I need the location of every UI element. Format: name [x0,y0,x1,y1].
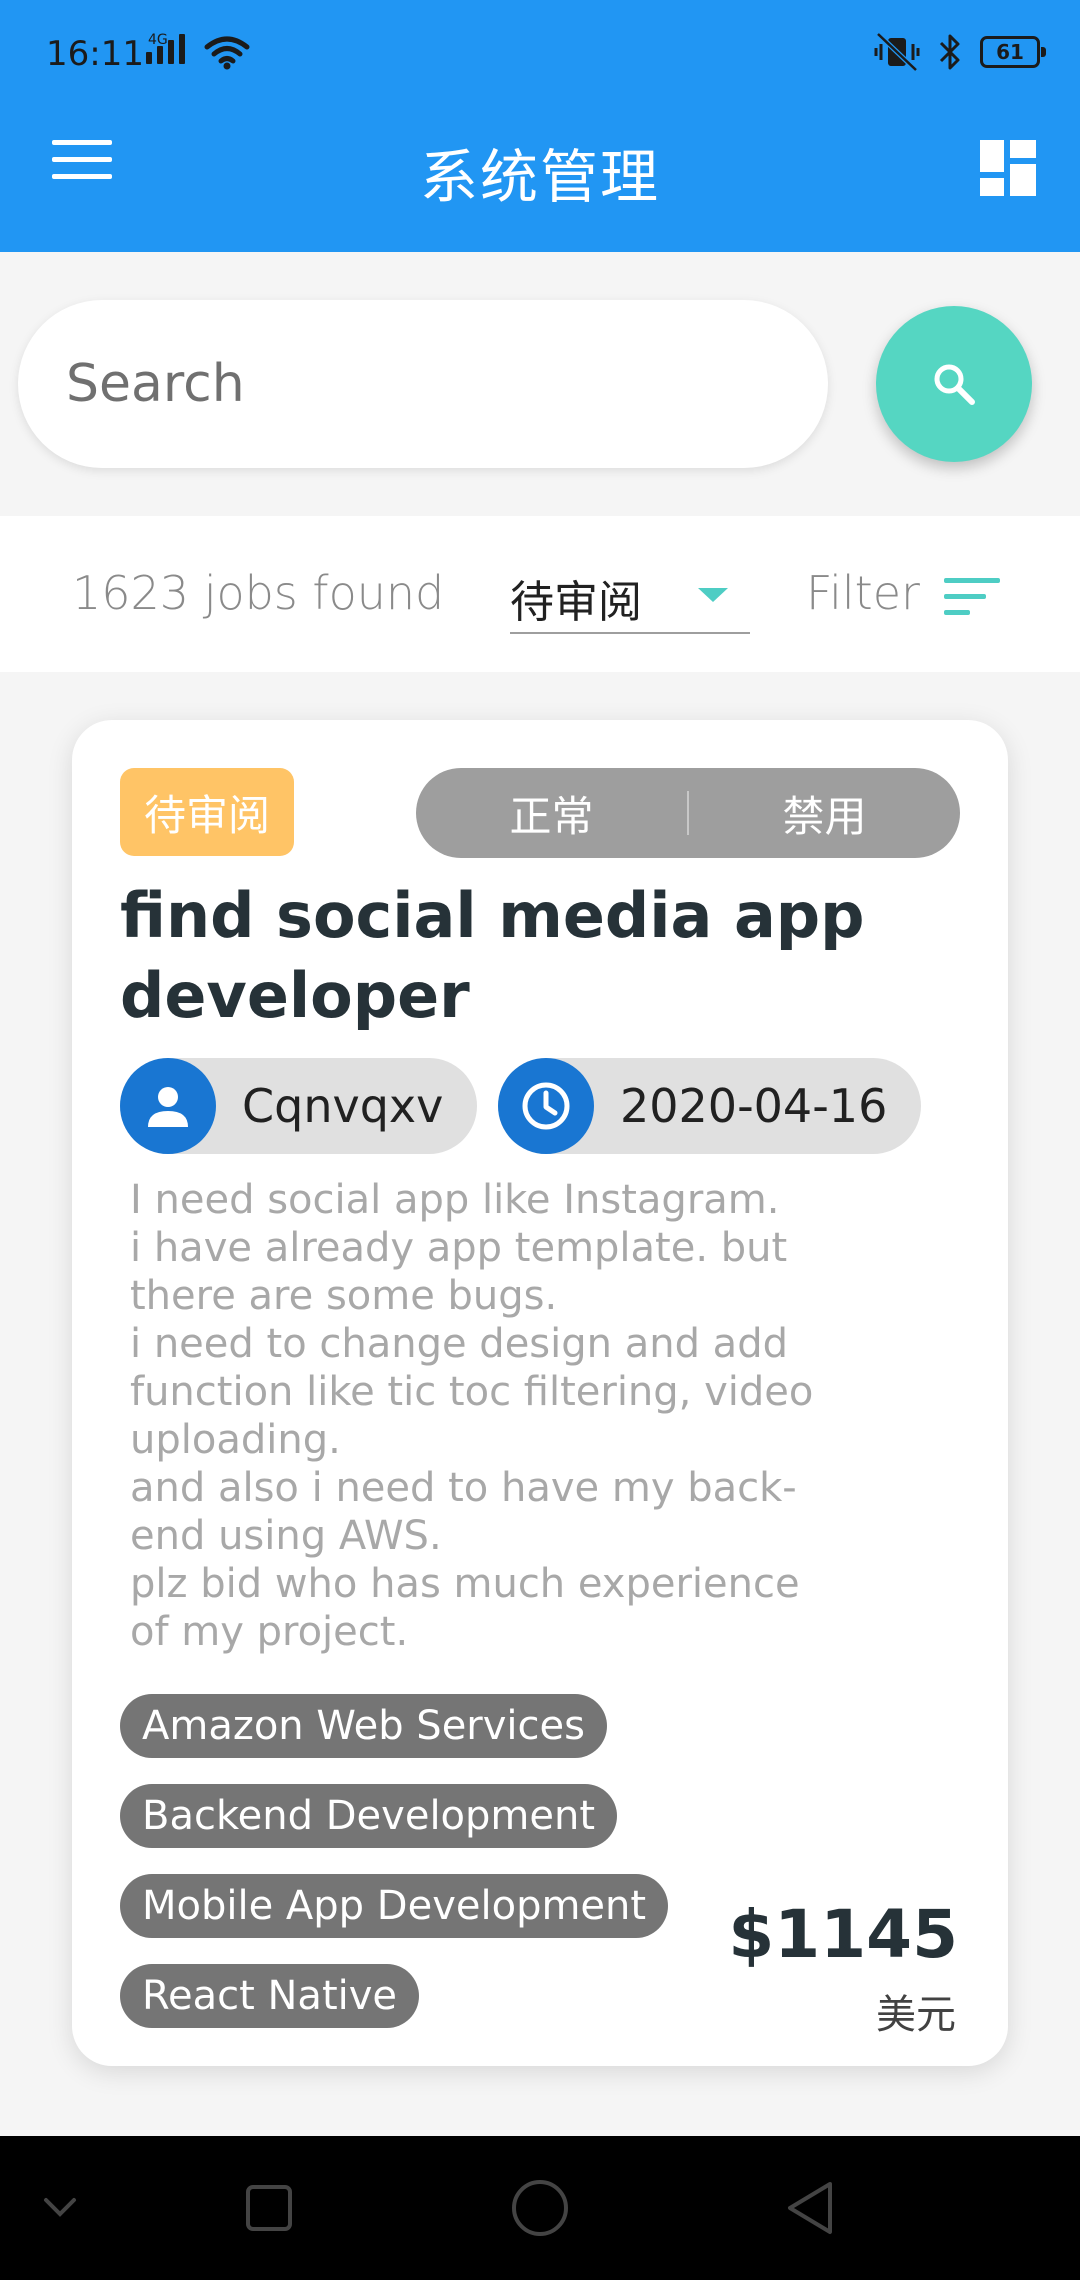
toggle-normal[interactable]: 正常 [416,783,687,844]
filter-button-label[interactable]: Filter [806,566,920,620]
tag-chip[interactable]: React Native [120,1964,420,2028]
bluetooth-icon [939,34,960,70]
job-card[interactable]: 待审阅 正常 禁用 find social media app develope… [72,720,1008,2066]
price-currency: 美元 [876,1992,956,2038]
signal-icon: 4G [146,32,185,64]
status-time: 16:11 [46,34,144,74]
job-title: find social media app developer [120,879,865,1032]
author-chip[interactable]: Cqnvqxv [120,1058,478,1154]
clock-icon [522,1082,570,1130]
vibrate-mute-icon [874,32,920,72]
dashboard-icon[interactable] [980,140,1036,196]
status-badge: 待审阅 [120,768,295,856]
author-name: Cqnvqxv [242,1079,444,1133]
system-nav-bar [0,2136,1080,2280]
toggle-disabled[interactable]: 禁用 [689,783,960,844]
post-date: 2020-04-16 [620,1079,888,1133]
search-input[interactable]: Search [18,300,828,468]
tag-chip[interactable]: Amazon Web Services [120,1694,607,1758]
search-icon [934,364,975,405]
tag-chip[interactable]: Backend Development [120,1784,618,1848]
home-icon[interactable] [510,2172,570,2242]
wifi-icon [204,36,250,70]
battery-icon: 61 [980,36,1046,68]
status-toggle[interactable]: 正常 禁用 [416,768,960,858]
avatar [120,1058,216,1154]
job-price: $1145 [728,1896,958,1973]
job-description: I need social app like Instagram. i have… [130,1177,814,1655]
search-button[interactable] [876,306,1032,462]
status-bar: 16:11 4G 61 [0,0,1080,110]
chevron-down-icon[interactable] [42,2172,78,2242]
battery-level: 61 [996,40,1024,64]
status-dropdown-value: 待审阅 [510,577,642,628]
filter-icon[interactable] [944,578,1000,618]
recent-apps-icon[interactable] [244,2172,294,2242]
app-bar: 16:11 4G 61 系统管理 [0,0,1080,252]
date-chip[interactable]: 2020-04-16 [498,1058,922,1154]
date-avatar [498,1058,594,1154]
filter-bar: 1623 jobs found 待审阅 Filter [0,516,1080,672]
status-dropdown[interactable]: 待审阅 [510,566,750,634]
tag-chip[interactable]: Mobile App Development [120,1874,669,1938]
jobs-count: 1623 jobs found [72,566,445,620]
search-placeholder: Search [66,354,245,414]
back-icon[interactable] [784,2172,836,2242]
chevron-down-icon [698,588,728,602]
network-label: 4G [148,32,168,48]
person-icon [148,1087,188,1127]
page-title: 系统管理 [419,143,660,211]
